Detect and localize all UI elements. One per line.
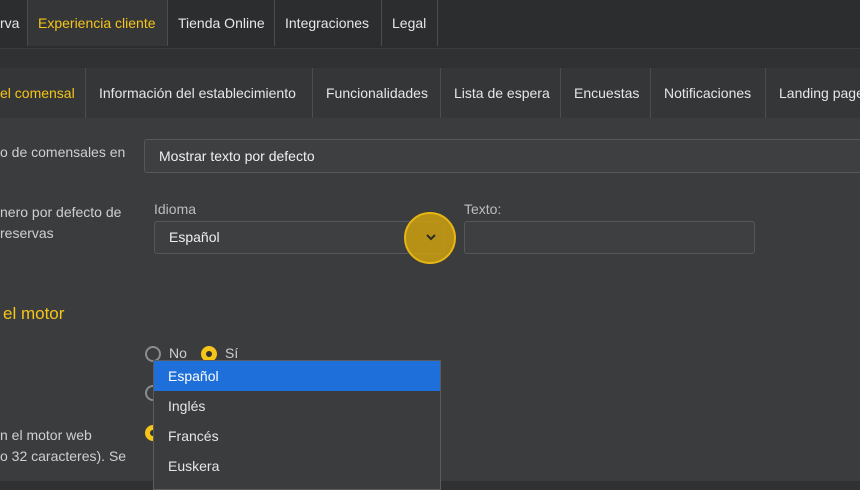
tab-label: Experiencia cliente <box>38 15 156 31</box>
bottom-label-line2: o 32 caracteres). Se <box>0 448 127 464</box>
row2-label-line2: reservas <box>0 225 54 241</box>
subtab-funcionalidades[interactable]: Funcionalidades <box>313 68 441 118</box>
tab-label: Funcionalidades <box>326 85 428 101</box>
subtab-comensal[interactable]: el comensal <box>0 68 86 118</box>
tab-label: Tienda Online <box>178 15 265 31</box>
display-text-select[interactable]: Mostrar texto por defecto <box>144 139 860 173</box>
tab-label: Información del establecimiento <box>99 85 296 101</box>
texto-label: Texto: <box>464 201 502 217</box>
subtab-landing-page[interactable]: Landing page <box>766 68 860 118</box>
row2-label-line1: nero por defecto de <box>0 204 122 220</box>
tab-label: el comensal <box>0 85 75 101</box>
select-value: Mostrar texto por defecto <box>159 148 315 164</box>
option-label: Español <box>168 368 219 384</box>
bottom-label-line1: n el motor web <box>0 427 92 443</box>
section-title: el motor <box>3 304 65 323</box>
tab-tienda-online[interactable]: Tienda Online <box>168 0 275 46</box>
tab-label: Lista de espera <box>454 85 550 101</box>
dropdown-option-frances[interactable]: Francés <box>154 421 440 451</box>
chevron-down-icon[interactable] <box>420 226 442 248</box>
tab-label: Integraciones <box>285 15 370 31</box>
tab-experiencia-cliente[interactable]: Experiencia cliente <box>28 0 168 46</box>
option-label: Euskera <box>168 458 220 474</box>
language-select[interactable]: Español <box>154 221 444 254</box>
tab-label: rva <box>0 15 20 31</box>
subtab-informacion-establecimiento[interactable]: Información del establecimiento <box>86 68 313 118</box>
dropdown-option-euskera[interactable]: Euskera <box>154 451 440 481</box>
select-value: Español <box>169 229 220 245</box>
tab-integraciones[interactable]: Integraciones <box>275 0 382 46</box>
subtab-lista-espera[interactable]: Lista de espera <box>441 68 561 118</box>
tab-legal[interactable]: Legal <box>382 0 438 46</box>
language-dropdown-list: Español Inglés Francés Euskera <box>153 360 441 490</box>
tab-label: Encuestas <box>574 85 640 101</box>
sub-navigation: el comensal Información del establecimie… <box>0 68 860 118</box>
dropdown-option-espanol[interactable]: Español <box>154 361 440 391</box>
subtab-notificaciones[interactable]: Notificaciones <box>651 68 766 118</box>
tab-label: Notificaciones <box>664 85 752 101</box>
tab-label: Legal <box>392 15 427 31</box>
idioma-label: Idioma <box>154 201 197 217</box>
option-label: Inglés <box>168 398 206 414</box>
subtab-encuestas[interactable]: Encuestas <box>561 68 651 118</box>
dropdown-option-ingles[interactable]: Inglés <box>154 391 440 421</box>
row1-label: o de comensales en <box>0 144 126 160</box>
tab-reserva[interactable]: rva <box>0 0 28 46</box>
option-label: Francés <box>168 428 219 444</box>
tab-label: Landing page <box>779 85 860 101</box>
top-navigation: rva Experiencia cliente Tienda Online In… <box>0 0 860 49</box>
text-input[interactable] <box>464 221 755 254</box>
